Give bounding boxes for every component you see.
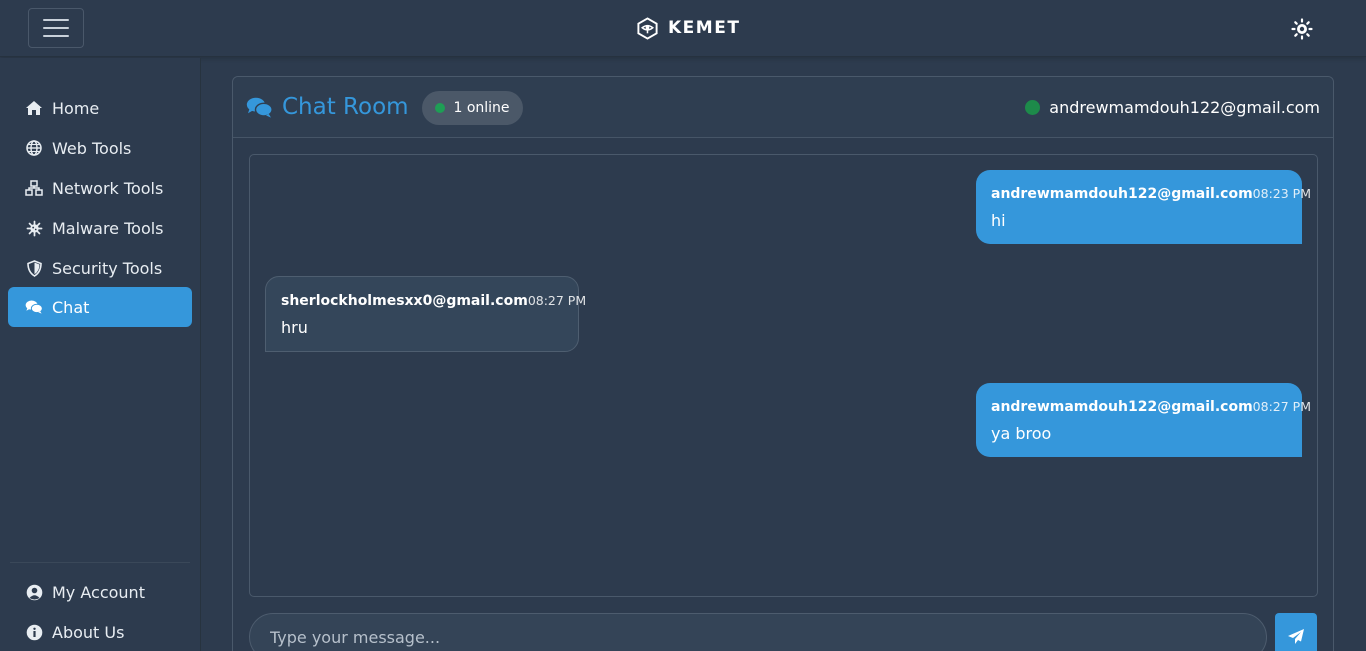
message-time: 08:27 PM xyxy=(1252,399,1311,414)
online-count-badge: 1 online xyxy=(422,91,523,125)
menu-bar-icon xyxy=(43,27,69,29)
paper-plane-icon xyxy=(1288,629,1304,644)
chat-header: Chat Room 1 online andrewmamdouh122@gmai… xyxy=(233,77,1333,138)
message-sender: andrewmamdouh122@gmail.com xyxy=(991,186,1253,202)
shield-icon xyxy=(25,259,43,277)
sidebar: Home Web Tools Network Tools Malware Too… xyxy=(0,58,201,651)
brand-logo[interactable]: KEMET xyxy=(636,16,740,40)
virus-icon xyxy=(25,219,43,237)
message-text: ya broo xyxy=(991,424,1052,443)
sidebar-item-label: Web Tools xyxy=(52,138,132,158)
info-circle-icon xyxy=(25,623,43,641)
sidebar-item-security-tools[interactable]: Security Tools xyxy=(8,248,192,288)
network-icon xyxy=(25,179,43,197)
globe-icon xyxy=(25,139,43,157)
message-list[interactable]: andrewmamdouh122@gmail.com 08:23 PM hi s… xyxy=(249,154,1318,597)
online-status-dot xyxy=(435,103,446,113)
chat-icon xyxy=(25,298,43,316)
kemet-logo-icon xyxy=(637,16,658,40)
sidebar-item-chat[interactable]: Chat xyxy=(8,287,192,327)
brand-name: KEMET xyxy=(668,18,741,38)
message-bubble-outgoing: andrewmamdouh122@gmail.com 08:23 PM hi xyxy=(976,170,1311,244)
message-bubble-outgoing: andrewmamdouh122@gmail.com 08:27 PM ya b… xyxy=(976,383,1311,457)
sidebar-item-network-tools[interactable]: Network Tools xyxy=(8,168,192,208)
message-sender: sherlockholmesxx0@gmail.com xyxy=(281,293,528,309)
menu-bar-icon xyxy=(43,19,69,21)
sidebar-item-label: Network Tools xyxy=(52,178,164,198)
sidebar-divider xyxy=(10,562,190,563)
message-sender: andrewmamdouh122@gmail.com xyxy=(991,399,1253,415)
current-user-email: andrewmamdouh122@gmail.com xyxy=(1049,98,1320,117)
sidebar-item-label: Home xyxy=(52,98,100,118)
message-text: hi xyxy=(991,211,1006,230)
sidebar-item-label: My Account xyxy=(52,582,145,602)
hamburger-menu-button[interactable] xyxy=(28,8,84,48)
top-navbar: KEMET xyxy=(0,0,1366,57)
theme-toggle-button[interactable] xyxy=(1290,17,1314,41)
message-time: 08:27 PM xyxy=(527,293,587,308)
message-input[interactable] xyxy=(249,613,1267,651)
sun-icon xyxy=(1291,18,1313,40)
page-title: Chat Room xyxy=(282,94,409,120)
sidebar-item-my-account[interactable]: My Account xyxy=(8,572,192,612)
chat-icon xyxy=(246,97,273,118)
sidebar-item-malware-tools[interactable]: Malware Tools xyxy=(8,208,192,248)
sidebar-item-label: Security Tools xyxy=(52,258,163,278)
user-circle-icon xyxy=(25,583,43,601)
sidebar-item-label: Malware Tools xyxy=(52,218,164,238)
send-button[interactable] xyxy=(1275,613,1317,651)
current-user-indicator: andrewmamdouh122@gmail.com xyxy=(1025,98,1320,117)
chat-room-title: Chat Room xyxy=(245,94,409,120)
user-status-dot xyxy=(1025,100,1041,115)
sidebar-item-home[interactable]: Home xyxy=(8,88,192,128)
message-composer xyxy=(249,613,1318,651)
sidebar-item-label: About Us xyxy=(52,622,125,642)
message-time: 08:23 PM xyxy=(1252,186,1311,201)
sidebar-item-about-us[interactable]: About Us xyxy=(8,612,192,651)
chat-card: Chat Room 1 online andrewmamdouh122@gmai… xyxy=(232,76,1334,651)
online-count: 1 online xyxy=(453,100,510,116)
menu-bar-icon xyxy=(43,35,69,37)
message-bubble-incoming: sherlockholmesxx0@gmail.com 08:27 PM hru xyxy=(265,276,586,352)
message-text: hru xyxy=(281,318,308,337)
sidebar-item-label: Chat xyxy=(52,297,90,317)
sidebar-item-web-tools[interactable]: Web Tools xyxy=(8,128,192,168)
home-icon xyxy=(25,99,43,117)
